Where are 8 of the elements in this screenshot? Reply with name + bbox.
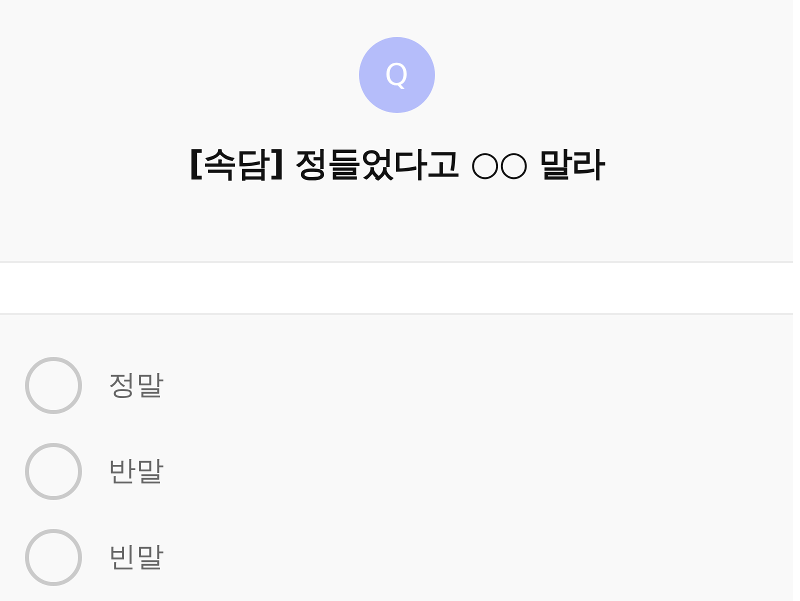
radio-button[interactable] <box>25 528 82 586</box>
option-label[interactable]: 빈말 <box>108 538 164 576</box>
option-label[interactable]: 반말 <box>108 452 164 490</box>
radio-button[interactable] <box>25 442 82 500</box>
question-badge: Q <box>358 37 434 113</box>
option-label[interactable]: 정말 <box>108 366 164 404</box>
radio-button[interactable] <box>25 356 82 414</box>
question-title: [속담] 정들었다고 ○○ 말라 <box>188 143 604 186</box>
